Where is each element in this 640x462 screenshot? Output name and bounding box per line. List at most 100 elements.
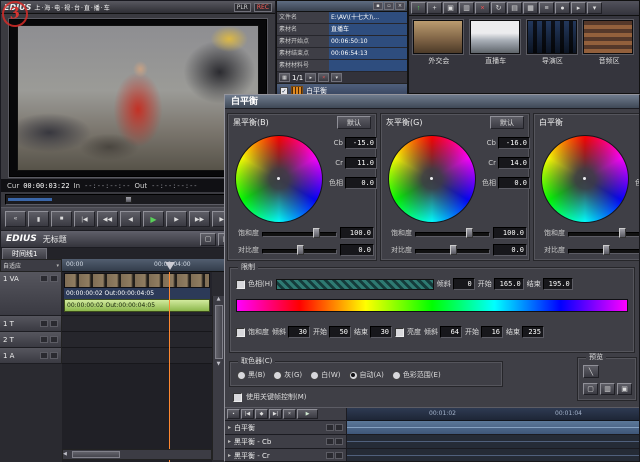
saturation-slider[interactable] (262, 228, 337, 238)
timeline-horizontal-scrollbar[interactable]: ◀ (62, 449, 212, 460)
next-keyframe-icon[interactable]: ▶| (269, 409, 282, 419)
cb-value[interactable]: -16.0 (498, 137, 530, 149)
list-view-icon[interactable]: ▤ (507, 2, 522, 14)
expander-icon[interactable]: ▸ (228, 424, 231, 431)
cr-value[interactable]: 11.0 (345, 157, 377, 169)
slider-handle[interactable] (603, 245, 610, 255)
track-header[interactable]: 1 A (0, 348, 62, 364)
track-option-icon[interactable] (326, 438, 334, 445)
stop-button[interactable]: ■ (51, 211, 72, 227)
pager-grid-icon[interactable]: ▦ (279, 73, 290, 82)
track-mute-icon[interactable] (40, 275, 48, 282)
track-header[interactable]: 1 VA (0, 272, 62, 316)
keyframe-track-row[interactable]: ▸ 黑平衡 - Cb (225, 435, 640, 449)
track-mute-icon[interactable] (40, 352, 48, 359)
clip-thumbnail[interactable] (527, 20, 577, 54)
detail-view-icon[interactable]: ≡ (539, 2, 554, 14)
track-lock-icon[interactable] (50, 336, 58, 343)
cut-icon[interactable]: ▥ (459, 2, 474, 14)
cr-value[interactable]: 14.0 (498, 157, 530, 169)
saturation-slider[interactable] (415, 228, 490, 238)
track-lock-icon[interactable] (50, 320, 58, 327)
clip-thumbnail[interactable] (583, 20, 633, 54)
saturation-slider[interactable] (568, 228, 640, 238)
pager-delete-icon[interactable]: × (318, 73, 329, 82)
slider-handle[interactable] (297, 245, 304, 255)
property-row[interactable]: 文件名 E:\AV\(十七大)\... (277, 12, 407, 24)
bin-menu-icon[interactable]: ▾ (587, 2, 602, 14)
bin-clip[interactable]: 直播车 (470, 20, 522, 66)
scroll-thumb[interactable] (215, 305, 223, 359)
keyframe-play-button[interactable]: ▶ (297, 409, 318, 419)
radio-circle[interactable] (273, 371, 282, 380)
lum-slope-value[interactable]: 64 (440, 326, 462, 338)
hue-spectrum-bar[interactable] (236, 299, 628, 312)
hue-value[interactable]: 0.0 (498, 177, 530, 189)
browser-maximize-icon[interactable]: ▫ (384, 2, 394, 10)
scroll-left-icon[interactable]: ◀ (63, 451, 72, 458)
bin-clip[interactable]: 音频区 (583, 20, 635, 66)
delete-keyframe-icon[interactable]: × (283, 409, 296, 419)
saturation-value[interactable]: 100.0 (340, 227, 374, 239)
track-mute-icon[interactable] (40, 336, 48, 343)
picker-radio[interactable]: 自动(A) (349, 370, 384, 380)
timeline-zoom-dropdown[interactable]: 自适应 ▾ (0, 259, 62, 272)
add-keyframe-icon[interactable]: ◆ (255, 409, 268, 419)
color-wheel[interactable] (235, 135, 323, 223)
shuttle-handle[interactable] (125, 196, 132, 203)
plr-button[interactable]: PLR (234, 3, 251, 12)
radio-circle[interactable] (310, 371, 319, 380)
keyframe-ruler[interactable]: 00:01:02 00:01:04 (347, 408, 640, 421)
preview-effect-icon[interactable]: ▣ (617, 383, 632, 395)
browser-close-icon[interactable]: × (395, 2, 405, 10)
slider-handle[interactable] (450, 245, 457, 255)
slider-handle[interactable] (313, 228, 320, 238)
clip-thumbnail[interactable] (413, 20, 463, 54)
radio-circle[interactable] (392, 371, 401, 380)
bin-clip[interactable]: 导演区 (527, 20, 579, 66)
default-button[interactable]: 默认 (490, 116, 524, 129)
picker-radio[interactable]: 黑(B) (237, 370, 265, 380)
sat-start-value[interactable]: 50 (329, 326, 351, 338)
contrast-slider[interactable] (262, 245, 337, 255)
play-preview-icon[interactable]: ▸ (571, 2, 586, 14)
new-sequence-icon[interactable]: ▢ (200, 233, 216, 246)
scroll-up-icon[interactable]: ▲ (213, 296, 224, 303)
lum-end-value[interactable]: 235 (522, 326, 544, 338)
new-folder-icon[interactable]: ▣ (443, 2, 458, 14)
keyframe-track-row[interactable]: ▸ 黑平衡 - Cr (225, 449, 640, 462)
hue-start-value[interactable]: 165.0 (494, 278, 524, 290)
scroll-down-icon[interactable]: ▼ (213, 361, 224, 368)
jog-button[interactable]: ▮ (28, 211, 49, 227)
keyframe-lane[interactable] (347, 449, 640, 462)
enable-keyframe-icon[interactable]: ▪ (227, 409, 240, 419)
track-option-icon[interactable] (326, 424, 334, 431)
delete-icon[interactable]: × (475, 2, 490, 14)
timeline-lanes[interactable]: 00:00:00:02 Out:00:00:04:05 00:00:00:02 … (62, 272, 212, 462)
contrast-slider[interactable] (415, 245, 490, 255)
hue-limit-checkbox[interactable] (236, 280, 245, 289)
hue-slope-value[interactable]: 0 (453, 278, 475, 290)
preview-split-icon[interactable]: ▥ (600, 383, 615, 395)
track-lock-icon[interactable] (50, 275, 58, 282)
track-lock-icon[interactable] (50, 352, 58, 359)
cb-value[interactable]: -15.0 (345, 137, 377, 149)
fast-forward-button[interactable]: ▶▶ (189, 211, 210, 227)
hue-end-value[interactable]: 195.0 (543, 278, 573, 290)
use-keyframes-checkbox[interactable] (233, 393, 242, 402)
timeline-clip[interactable]: 00:00:00:02 Out:00:00:04:05 00:00:00:02 … (64, 273, 210, 314)
luminance-limit-checkbox[interactable] (395, 328, 404, 337)
browser-minimize-icon[interactable]: ▪ (373, 2, 383, 10)
clip-label[interactable]: 00:00:00:02 Out:00:00:04:05 (64, 299, 210, 312)
default-button[interactable]: 默认 (337, 116, 371, 129)
picker-radio[interactable]: 灰(G) (273, 370, 302, 380)
track-lane[interactable] (62, 316, 212, 332)
contrast-slider[interactable] (568, 245, 640, 255)
radio-circle[interactable] (349, 371, 358, 380)
keyframe-track-row[interactable]: ▸ 白平衡 (225, 421, 640, 435)
track-option-icon[interactable] (335, 452, 343, 459)
folder-up-icon[interactable]: ↑ (411, 2, 426, 14)
track-option-icon[interactable] (335, 438, 343, 445)
add-clip-icon[interactable]: + (427, 2, 442, 14)
property-row[interactable]: 素材名 直播车 (277, 24, 407, 36)
